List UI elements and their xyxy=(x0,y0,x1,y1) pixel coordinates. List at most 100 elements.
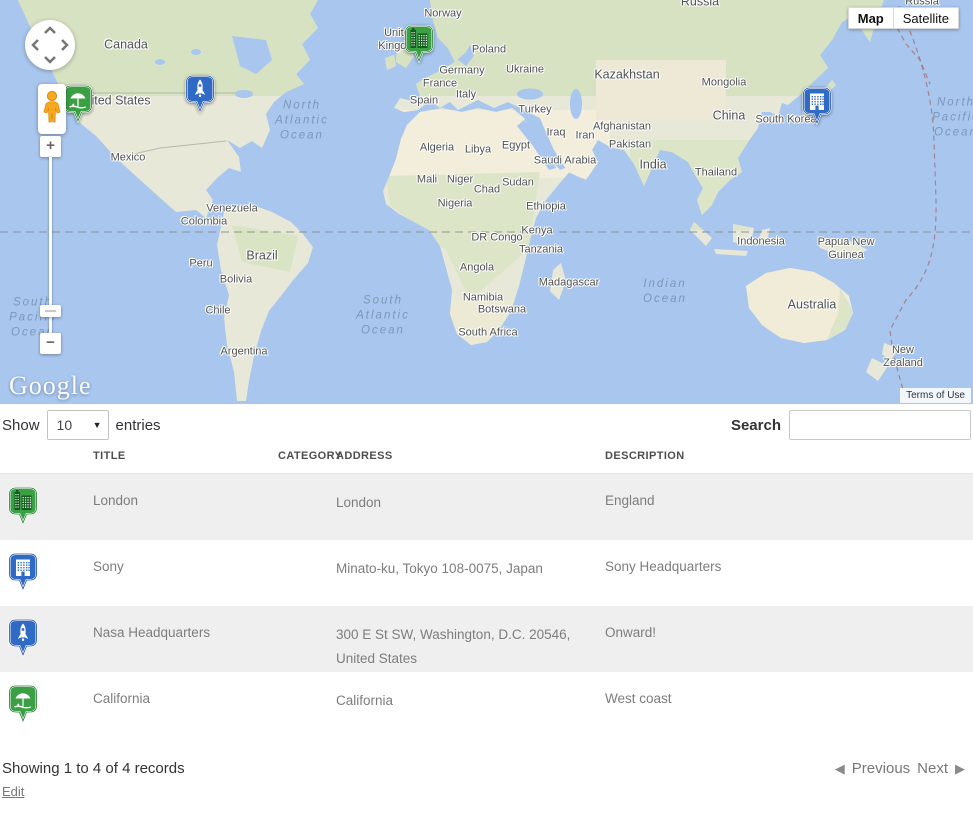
map-country-label: China xyxy=(713,110,746,123)
map-country-label: Turkey xyxy=(518,104,551,117)
zoom-in-button[interactable]: + xyxy=(40,136,61,157)
row-description-cell: Sony Headquarters xyxy=(605,540,971,606)
map-country-label: Canada xyxy=(104,39,148,52)
map-ocean-label: North Pacific Ocean xyxy=(932,96,973,141)
map-country-label: Thailand xyxy=(695,167,737,180)
map-country-label: Afghanistan xyxy=(593,121,651,134)
next-button[interactable]: Next xyxy=(917,760,948,777)
map-country-label: Algeria xyxy=(420,142,454,155)
pegman-control[interactable] xyxy=(38,84,66,134)
map-country-label: Brazil xyxy=(246,250,277,263)
map-country-label: Mexico xyxy=(111,152,146,165)
zoom-out-button[interactable]: − xyxy=(40,333,61,354)
map-pan-control[interactable] xyxy=(25,20,75,70)
map-type-satellite-button[interactable]: Satellite xyxy=(893,7,959,29)
table-body: LondonLondonEngland SonyMinato-ku, Tokyo… xyxy=(0,474,973,738)
map-type-map-button[interactable]: Map xyxy=(848,7,893,29)
map-ocean-label: South Atlantic Ocean xyxy=(356,294,410,339)
table-footer: Showing 1 to 4 of 4 records ◀ Previous N… xyxy=(0,760,973,777)
pan-arrows-icon xyxy=(25,20,75,70)
show-label: Show xyxy=(2,417,40,434)
table-row[interactable]: CaliforniaCaliforniaWest coast xyxy=(0,672,973,738)
map-country-label: Poland xyxy=(472,44,506,57)
row-address-cell: 300 E St SW, Washington, D.C. 20546, Uni… xyxy=(336,606,605,672)
map-country-label: Kazakhstan xyxy=(594,69,659,82)
search-input[interactable] xyxy=(789,410,971,440)
map-country-label: Chad xyxy=(474,184,500,197)
map-country-label: Colombia xyxy=(181,216,227,229)
pegman-icon xyxy=(41,90,63,128)
table-row[interactable]: SonyMinato-ku, Tokyo 108-0075, JapanSony… xyxy=(0,540,973,606)
rocket-blue-row-icon xyxy=(2,606,93,672)
column-header-description[interactable]: DESCRIPTION xyxy=(605,450,971,462)
map-country-label: Saudi Arabia xyxy=(534,155,596,168)
map-country-label: Norway xyxy=(424,8,461,21)
table-row[interactable]: Nasa Headquarters 300 E St SW, Washington… xyxy=(0,606,973,672)
map-country-label: France xyxy=(423,78,457,91)
map-ocean-label: North Atlantic Ocean xyxy=(275,99,329,144)
map-country-label: Iran xyxy=(576,130,595,143)
table-header-row: TITLECATEGORYADDRESSDESCRIPTION xyxy=(0,450,973,474)
row-address-cell: Minato-ku, Tokyo 108-0075, Japan xyxy=(336,540,605,606)
map-country-label: Spain xyxy=(410,95,438,108)
row-title-cell: Nasa Headquarters xyxy=(93,606,278,672)
map-country-label: Italy xyxy=(456,89,476,102)
row-title-cell: London xyxy=(93,474,278,540)
map-country-label: Angola xyxy=(460,262,494,275)
pagination: ◀ Previous Next ▶ xyxy=(835,760,971,777)
london-map-marker[interactable] xyxy=(404,24,434,66)
row-description-cell: England xyxy=(605,474,971,540)
nasa-map-marker[interactable] xyxy=(185,74,215,116)
map-country-label: Nigeria xyxy=(438,198,473,211)
map-country-label: Papua New Guinea xyxy=(818,236,875,262)
city-green-row-icon xyxy=(2,474,93,540)
sony-map-marker[interactable] xyxy=(802,86,832,128)
row-category-cell xyxy=(278,540,336,606)
map-country-label: Libya xyxy=(465,144,491,157)
beach-green-row-icon xyxy=(2,672,93,738)
map-country-label: Kenya xyxy=(521,225,552,238)
map-terrain xyxy=(0,0,973,404)
edit-link[interactable]: Edit xyxy=(2,784,24,799)
map-country-label: DR Congo xyxy=(471,232,522,245)
showing-records-text: Showing 1 to 4 of 4 records xyxy=(2,760,185,777)
previous-arrow-icon[interactable]: ◀ xyxy=(835,761,845,777)
building-blue-row-icon xyxy=(2,540,93,606)
map-country-label: Pakistan xyxy=(609,139,651,152)
google-logo: Google xyxy=(9,371,92,401)
next-arrow-icon[interactable]: ▶ xyxy=(955,761,965,777)
row-description-cell: West coast xyxy=(605,672,971,738)
table-toolbar: Show 10 ▼ entries Search xyxy=(0,406,973,444)
column-header-category[interactable]: CATEGORY xyxy=(278,450,336,462)
california-map-marker[interactable] xyxy=(63,84,93,126)
map-country-label: Bolivia xyxy=(220,274,252,287)
search-label: Search xyxy=(731,417,781,434)
map-type-switcher: Map Satellite xyxy=(848,7,959,29)
map-country-label: Tanzania xyxy=(519,244,563,257)
column-header-address[interactable]: ADDRESS xyxy=(336,450,605,462)
map-country-label: Iraq xyxy=(547,127,566,140)
map-country-label: Peru xyxy=(189,258,212,271)
map-country-label: Chile xyxy=(205,305,230,318)
row-address-cell: California xyxy=(336,672,605,738)
page-size-select[interactable]: 10 xyxy=(47,410,109,440)
map-country-label: Egypt xyxy=(502,140,530,153)
google-map[interactable]: CanadaUnited StatesMexicoVenezuelaColomb… xyxy=(0,0,973,404)
row-address-cell: London xyxy=(336,474,605,540)
zoom-slider-handle[interactable] xyxy=(40,305,61,317)
row-title-cell: California xyxy=(93,672,278,738)
map-ocean-label: Indian Ocean xyxy=(643,277,687,307)
map-country-label: Indonesia xyxy=(737,236,785,249)
previous-button[interactable]: Previous xyxy=(852,760,910,777)
table-row[interactable]: LondonLondonEngland xyxy=(0,474,973,540)
column-header-title[interactable]: TITLE xyxy=(93,450,278,462)
row-category-cell xyxy=(278,606,336,672)
map-country-label: Australia xyxy=(788,299,837,312)
row-description-cell: Onward! xyxy=(605,606,971,672)
map-country-label: Russia xyxy=(681,0,719,9)
map-country-label: Niger xyxy=(447,174,473,187)
map-country-label: Argentina xyxy=(220,346,267,359)
terms-of-use-link[interactable]: Terms of Use xyxy=(900,388,971,403)
header-icon-column xyxy=(2,450,93,462)
map-country-label: Venezuela xyxy=(206,203,257,216)
